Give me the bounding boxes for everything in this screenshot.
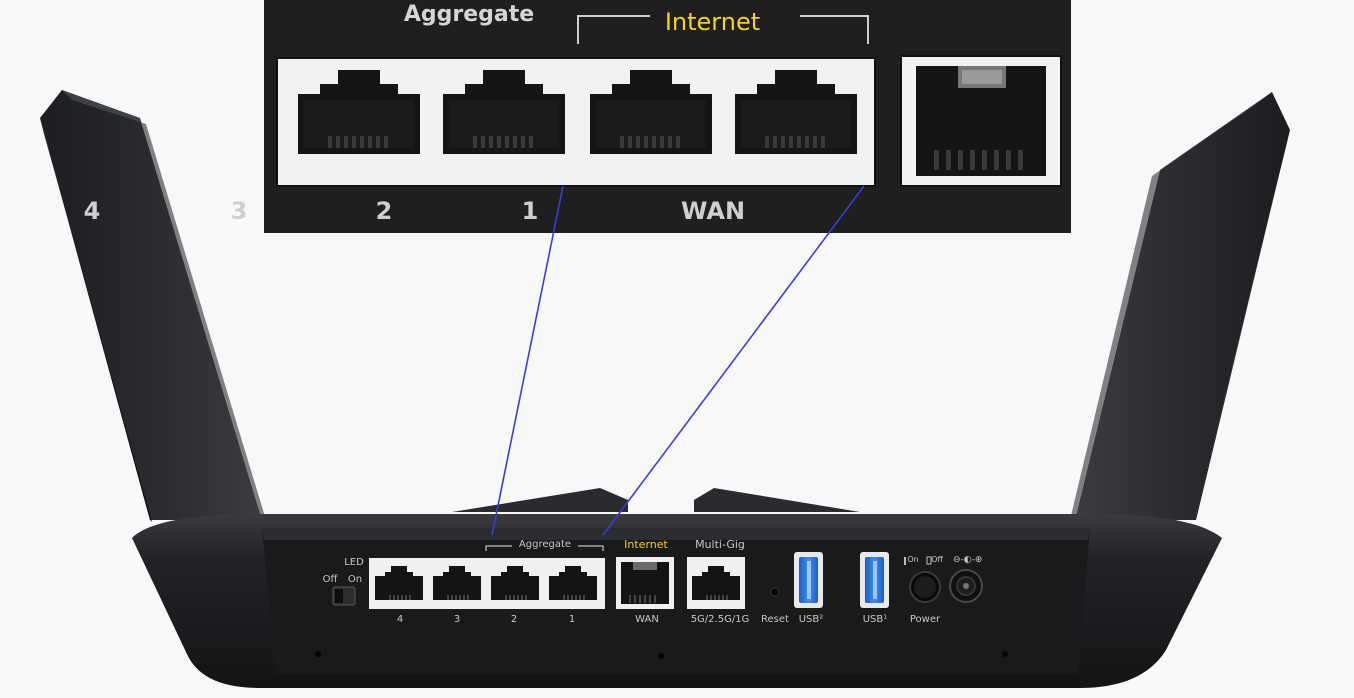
- power-off-label: Off: [931, 555, 943, 564]
- inset-internet-label: Internet: [664, 8, 761, 36]
- inset-wan-label: WAN: [680, 197, 746, 225]
- power-label: Power: [909, 614, 941, 625]
- dc-symbol-label: ⊖-◐-⊕: [953, 555, 983, 565]
- reset-label: Reset: [761, 614, 789, 625]
- inset-port-number-4: 4: [83, 197, 101, 225]
- led-label: LED: [344, 557, 364, 568]
- multigig-speed-label: 5G/2.5G/1G: [690, 614, 750, 625]
- power-button-icon[interactable]: [909, 571, 941, 603]
- inset-port-number-3: 3: [230, 197, 248, 225]
- panel-aggregate-label: Aggregate: [518, 539, 572, 550]
- usb1-label: USB¹: [862, 614, 888, 625]
- panel-port-number-1: 1: [568, 614, 576, 625]
- panel-port-number-2: 2: [510, 614, 518, 625]
- lan-port-block: [369, 558, 605, 609]
- panel-port-number-4: 4: [396, 614, 404, 625]
- multigig-label: Multi-Gig: [695, 538, 745, 551]
- power-on-label: On: [907, 555, 919, 564]
- usb-port-icon[interactable]: [860, 552, 889, 608]
- usb-port-icon[interactable]: [794, 552, 823, 608]
- led-on-label: On: [347, 574, 363, 585]
- dc-jack-icon: [949, 569, 983, 603]
- reset-pinhole-icon[interactable]: [770, 587, 780, 597]
- router-photo: Aggregate Internet 4 3 2 1 WAN LED Off O…: [0, 0, 1354, 698]
- inset-port-number-2: 2: [375, 197, 393, 225]
- ethernet-port-icon[interactable]: [616, 557, 674, 609]
- panel-port-number-3: 3: [453, 614, 461, 625]
- inset-aggregate-label: Aggregate: [403, 2, 535, 27]
- led-off-label: Off: [322, 574, 338, 585]
- inset-port-number-1: 1: [521, 197, 539, 225]
- router-body: [132, 488, 1222, 688]
- led-switch-icon[interactable]: [332, 586, 356, 606]
- ethernet-port-icon[interactable]: [900, 55, 1062, 187]
- panel-wan-label: WAN: [635, 614, 659, 625]
- usb2-label: USB²: [798, 614, 824, 625]
- ethernet-port-icon[interactable]: [687, 557, 745, 609]
- panel-internet-label: Internet: [624, 538, 668, 551]
